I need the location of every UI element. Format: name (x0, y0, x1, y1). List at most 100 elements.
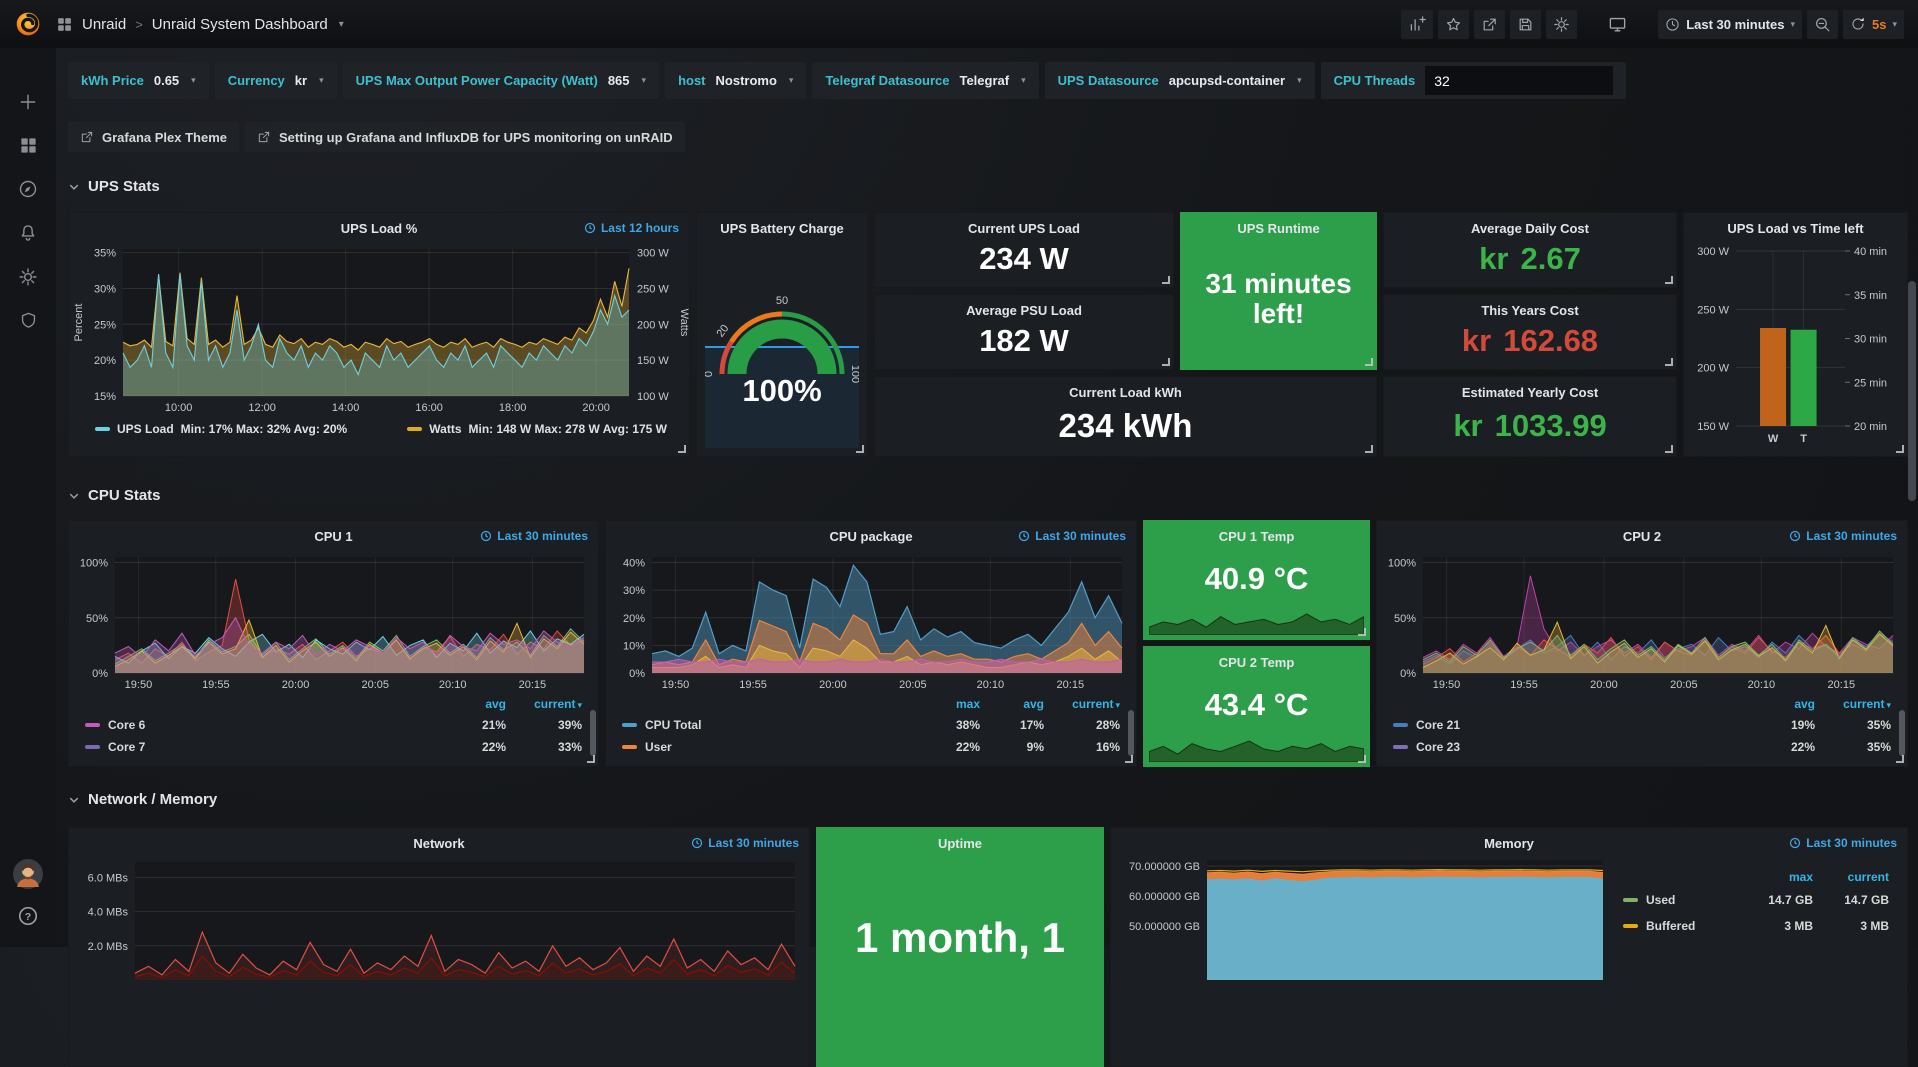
panel-time-link[interactable]: Last 12 hours (584, 221, 679, 235)
svg-text:50: 50 (776, 295, 788, 307)
panel-current-load-kwh[interactable]: Current Load kWh 234 kWh (874, 376, 1377, 457)
panel-cpu1-temp[interactable]: CPU 1 Temp 40.9 °C (1143, 520, 1370, 640)
panel-average-daily-cost[interactable]: Average Daily Cost kr 2.67 (1383, 212, 1677, 288)
cpu-threads-input[interactable] (1425, 66, 1613, 95)
legend-row[interactable]: Core 21 19%35% (1393, 714, 1891, 736)
time-range-picker[interactable]: Last 30 minutes ▾ (1658, 10, 1802, 39)
section-cpu-stats[interactable]: CPU Stats (68, 487, 161, 504)
memory-legend: maxcurrent Used 14.7 GB14.7 GB Buffered … (1617, 854, 1907, 1004)
explore-compass-icon[interactable] (18, 179, 38, 199)
variable-value: Nostromo (716, 73, 777, 88)
svg-text:20:05: 20:05 (1670, 679, 1698, 691)
variable-label: Currency (228, 73, 285, 88)
legend-sort-current[interactable]: current (1813, 870, 1889, 884)
panel-cpu2-temp[interactable]: CPU 2 Temp 43.4 °C (1143, 646, 1370, 767)
server-admin-shield-icon[interactable] (19, 311, 38, 330)
legend-row[interactable]: Core 23 22%35% (1393, 736, 1891, 758)
add-panel-button[interactable] (1401, 10, 1433, 39)
legend-sort-max[interactable]: max (1737, 870, 1813, 884)
legend-sort-max[interactable]: max (916, 697, 980, 711)
legend-row[interactable]: Core 7 22%33% (85, 736, 582, 758)
panel-current-ups-load[interactable]: Current UPS Load 234 W (874, 212, 1174, 288)
breadcrumb: Unraid > Unraid System Dashboard ▾ (56, 16, 344, 33)
user-avatar[interactable] (13, 859, 43, 889)
legend-scrollbar[interactable] (590, 710, 596, 756)
legend-sort-avg[interactable]: avg (980, 697, 1044, 711)
panel-uptime[interactable]: Uptime 1 month, 1 (816, 827, 1104, 1067)
panel-time-link[interactable]: Last 30 minutes (1018, 529, 1126, 543)
legend-row[interactable]: Core 6 21%39% (85, 714, 582, 736)
configuration-gear-icon[interactable] (18, 267, 38, 287)
link-grafana-plex-theme[interactable]: Grafana Plex Theme (68, 122, 239, 152)
svg-text:40%: 40% (623, 558, 645, 570)
legend-item-ups-load[interactable]: UPS Load Min: 17% Max: 32% Avg: 20% (95, 422, 347, 436)
share-dashboard-button[interactable] (1474, 10, 1505, 39)
clock-icon (1018, 530, 1030, 542)
legend-sort-current[interactable]: current (1815, 697, 1891, 711)
ups-bar-chart[interactable]: 150 W200 W250 W300 W20 min25 min30 min35… (1684, 239, 1907, 450)
panel-time-link[interactable]: Last 30 minutes (480, 529, 588, 543)
legend-scrollbar[interactable] (1128, 710, 1134, 756)
legend-sort-avg[interactable]: avg (442, 697, 506, 711)
create-plus-icon[interactable] (18, 92, 38, 112)
legend-sort-avg[interactable]: avg (1751, 697, 1815, 711)
legend-row[interactable]: CPU Total 38%17%28% (622, 714, 1120, 736)
legend-sort-current[interactable]: current (1044, 697, 1120, 711)
variable-host[interactable]: host Nostromo ▾ (665, 62, 806, 99)
panel-average-psu-load[interactable]: Average PSU Load 182 W (874, 294, 1174, 370)
svg-text:100%: 100% (1388, 558, 1416, 570)
svg-text:20:10: 20:10 (977, 679, 1005, 691)
panel-time-link[interactable]: Last 30 minutes (1789, 836, 1897, 850)
cpu2-chart[interactable]: 0%50%100%19:5019:5520:0020:0520:1020:15 (1377, 547, 1907, 695)
panel-title[interactable]: UPS Battery Charge (697, 213, 867, 239)
panel-estimated-yearly-cost[interactable]: Estimated Yearly Cost kr 1033.99 (1383, 376, 1677, 457)
help-icon[interactable]: ? (17, 905, 39, 927)
cpu-package-chart[interactable]: 0%10%20%30%40%19:5019:5520:0020:0520:102… (606, 547, 1136, 695)
breadcrumb-app[interactable]: Unraid (82, 16, 126, 33)
dashboard-title-caret-icon[interactable]: ▾ (339, 19, 344, 30)
section-network-memory[interactable]: Network / Memory (68, 791, 217, 808)
section-ups-stats[interactable]: UPS Stats (68, 178, 160, 195)
network-chart[interactable]: 2.0 MBs4.0 MBs6.0 MBs (69, 854, 809, 1004)
panel-title[interactable]: UPS Load vs Time left (1684, 213, 1907, 239)
refresh-button[interactable]: 5s ▾ (1843, 10, 1904, 39)
cpu1-chart[interactable]: 0%50%100%19:5019:5520:0020:0520:1020:15 (69, 547, 598, 695)
breadcrumb-page-title[interactable]: Unraid System Dashboard (152, 16, 328, 33)
panel-this-years-cost[interactable]: This Years Cost kr 162.68 (1383, 294, 1677, 370)
legend-item-watts[interactable]: Watts Min: 148 W Max: 278 W Avg: 175 W (407, 422, 667, 436)
top-nav-actions: Last 30 minutes ▾ 5s ▾ (1401, 10, 1918, 39)
variable-ups-datasource[interactable]: UPS Datasource apcupsd-container ▾ (1045, 62, 1315, 99)
memory-chart[interactable]: 50.000000 GB60.000000 GB70.000000 GB (1111, 854, 1617, 1004)
page-scrollbar[interactable] (1908, 281, 1916, 501)
svg-text:100%: 100% (80, 558, 108, 570)
legend-row[interactable]: Buffered 3 MB3 MB (1623, 913, 1889, 939)
panel-title[interactable]: Memory (1111, 828, 1907, 854)
zoom-out-time-button[interactable] (1807, 10, 1838, 39)
svg-text:50%: 50% (1394, 613, 1416, 625)
cycle-view-mode-button[interactable] (1601, 10, 1634, 39)
svg-text:12:00: 12:00 (248, 402, 276, 414)
star-dashboard-button[interactable] (1438, 10, 1469, 39)
panel-ups-runtime[interactable]: UPS Runtime 31 minutes left! (1180, 212, 1377, 370)
dashboard-settings-button[interactable] (1546, 10, 1577, 39)
legend-scrollbar[interactable] (1899, 710, 1905, 756)
variable-kwh-price[interactable]: kWh Price 0.65 ▾ (68, 62, 209, 99)
legend-sort-current[interactable]: current (506, 697, 582, 711)
clock-icon (1665, 17, 1680, 32)
variable-ups-max-output[interactable]: UPS Max Output Power Capacity (Watt) 865… (343, 62, 659, 99)
ups-load-chart[interactable]: 15%20%25%30%35%100 W150 W200 W250 W300 W… (69, 239, 689, 416)
panel-time-link[interactable]: Last 30 minutes (691, 836, 799, 850)
legend-row[interactable]: User 22%9%16% (622, 736, 1120, 758)
legend-row[interactable]: Used 14.7 GB14.7 GB (1623, 887, 1889, 913)
panel-time-link[interactable]: Last 30 minutes (1789, 529, 1897, 543)
grafana-logo[interactable] (0, 8, 56, 40)
variable-telegraf-datasource[interactable]: Telegraf Datasource Telegraf ▾ (812, 62, 1038, 99)
battery-gauge[interactable]: 02050100100% (705, 241, 859, 448)
svg-text:16:00: 16:00 (415, 402, 443, 414)
apps-grid-icon[interactable] (56, 16, 73, 33)
alerting-bell-icon[interactable] (18, 223, 38, 243)
save-dashboard-button[interactable] (1510, 10, 1541, 39)
dashboards-icon[interactable] (19, 136, 38, 155)
variable-currency[interactable]: Currency kr ▾ (215, 62, 337, 99)
link-ups-monitoring-guide[interactable]: Setting up Grafana and InfluxDB for UPS … (245, 122, 685, 152)
